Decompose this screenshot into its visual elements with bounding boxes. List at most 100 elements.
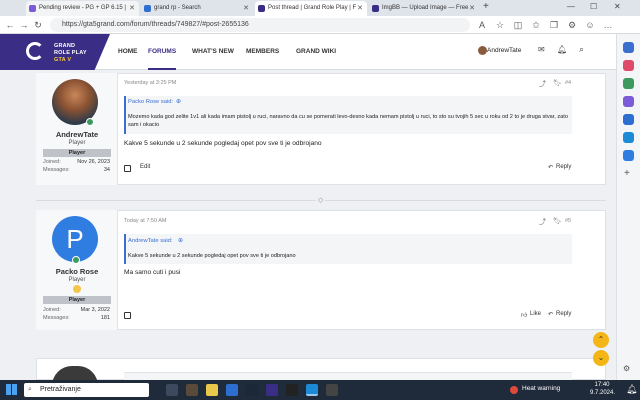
drop-icon[interactable]	[623, 150, 634, 161]
taskbar-search[interactable]: ⌕ Pretraživanje	[24, 383, 149, 397]
edge-icon[interactable]	[306, 384, 318, 396]
reply-link[interactable]: Reply	[556, 164, 571, 170]
tab-label: grand rp - Search	[154, 5, 201, 11]
logo-text: GTA V	[54, 57, 72, 63]
site-favicon-icon	[372, 5, 379, 12]
discord-icon[interactable]	[266, 384, 278, 396]
site-logo[interactable]: GRAND ROLE PLAY GTA V	[0, 34, 110, 70]
post-author[interactable]: Packo Rose	[38, 267, 116, 276]
user-menu[interactable]: AndrewTate	[487, 47, 521, 54]
split-screen-icon[interactable]: ◫	[512, 18, 524, 32]
logo-text: ROLE PLAY	[54, 50, 87, 56]
favorites-icon[interactable]: ✩	[530, 18, 542, 32]
windows-start-icon[interactable]	[6, 384, 17, 395]
tab-post-thread[interactable]: Post thread | Grand Role Play | F ✕	[255, 1, 367, 16]
reply-icon[interactable]: ↶	[548, 311, 553, 318]
post-body: Kakve 5 sekunde u 2 sekunde pogledaj ope…	[124, 140, 322, 147]
quote-arrow-icon[interactable]: ⊕	[176, 98, 181, 105]
search-icon[interactable]: ⌕	[579, 44, 584, 55]
url-field[interactable]: https://gta5grand.com/forum/threads/7498…	[50, 18, 470, 32]
tab-search[interactable]: grand rp - Search ✕	[141, 1, 253, 16]
scroll-down-button[interactable]: ⌄	[593, 350, 609, 366]
app-icon[interactable]	[326, 384, 338, 396]
url-text: https://gta5grand.com/forum/threads/7498…	[62, 21, 249, 28]
read-aloud-icon[interactable]: A	[476, 18, 488, 32]
post-time[interactable]: Yesterday at 3:25 PM	[124, 80, 176, 86]
maximize-icon[interactable]: ☐	[590, 2, 597, 11]
edit-link[interactable]: Edit	[140, 164, 150, 170]
tab-imgbb[interactable]: ImgBB — Upload Image — Free ✕	[369, 1, 479, 16]
search-icon[interactable]	[623, 42, 634, 53]
refresh-icon[interactable]: ↻	[32, 18, 44, 32]
close-icon[interactable]: ✕	[243, 1, 249, 16]
widget-icon[interactable]	[186, 384, 198, 396]
extensions-icon[interactable]: ⚙	[566, 18, 578, 32]
close-icon[interactable]: ✕	[357, 1, 363, 16]
select-post-checkbox[interactable]	[124, 165, 131, 172]
logo-text: GRAND	[54, 43, 76, 49]
media-icon[interactable]	[286, 384, 298, 396]
reply-link[interactable]: Reply	[556, 311, 571, 317]
post-number[interactable]: #4	[565, 80, 571, 86]
nav-grand-wiki[interactable]: GRAND WIKI	[296, 34, 336, 70]
close-icon[interactable]: ✕	[469, 1, 475, 16]
clock[interactable]: 17:40 9.7.2024.	[590, 381, 615, 397]
bookmark-icon[interactable]: 🔖︎	[553, 79, 562, 87]
quote-arrow-icon[interactable]: ⊕	[178, 237, 183, 244]
trophy-icon	[73, 285, 81, 293]
add-icon[interactable]: +	[624, 168, 630, 179]
more-icon[interactable]: …	[602, 18, 614, 32]
reply-icon[interactable]: ↶	[548, 164, 553, 171]
nav-members[interactable]: MEMBERS	[246, 34, 279, 70]
weather-status[interactable]: Heat warning	[522, 385, 560, 392]
address-bar: ← → ↻ https://gta5grand.com/forum/thread…	[0, 16, 640, 34]
like-link[interactable]: Like	[530, 311, 541, 317]
quote-author[interactable]: Packo Rose said:	[128, 99, 173, 105]
notification-icon[interactable]: 🔔︎	[626, 384, 637, 395]
search-favicon-icon	[144, 5, 151, 12]
file-explorer-icon[interactable]	[206, 384, 218, 396]
nav-forums[interactable]: FORUMS	[148, 34, 177, 70]
like-icon[interactable]: 👍︎	[521, 311, 527, 319]
outlook-icon[interactable]	[623, 114, 634, 125]
quote-author[interactable]: AndrewTate said:	[128, 238, 172, 244]
select-post-checkbox[interactable]	[124, 312, 131, 319]
search-icon: ⌕	[28, 386, 32, 393]
bell-icon[interactable]: 🔔︎	[557, 45, 567, 54]
forward-icon[interactable]: →	[18, 18, 30, 32]
share-icon[interactable]: ⤴	[539, 79, 546, 89]
nav-whats-new[interactable]: WHAT'S NEW	[192, 34, 234, 70]
new-tab-icon[interactable]: +	[483, 1, 489, 12]
online-status-icon	[86, 118, 94, 126]
post-author[interactable]: AndrewTate	[38, 130, 116, 139]
task-view-icon[interactable]	[166, 384, 178, 396]
sidebar-settings-icon[interactable]: ⚙	[623, 364, 630, 373]
shopping-icon[interactable]	[623, 60, 634, 71]
games-icon[interactable]	[623, 96, 634, 107]
steam-icon[interactable]	[246, 384, 258, 396]
post-body: Ma samo cuti i pusi	[124, 269, 181, 276]
minimize-icon[interactable]: —	[567, 2, 575, 11]
collections-icon[interactable]: ❐	[548, 18, 560, 32]
back-icon[interactable]: ←	[4, 18, 16, 32]
scroll-up-button[interactable]: ⌃	[593, 332, 609, 348]
editor-toolbar[interactable]	[124, 372, 572, 380]
avatar[interactable]	[478, 46, 487, 55]
close-icon[interactable]: ✕	[129, 1, 135, 16]
teams-icon[interactable]	[226, 384, 238, 396]
inbox-icon[interactable]: ✉	[538, 45, 545, 54]
tab-pending-review[interactable]: Pending review - PG + GP 6.15 | ✕	[26, 1, 139, 16]
window-close-icon[interactable]: ✕	[614, 2, 621, 11]
favorite-icon[interactable]: ☆	[494, 18, 506, 32]
bookmark-icon[interactable]: 🔖︎	[553, 217, 562, 225]
post-number[interactable]: #5	[565, 218, 571, 224]
nav-home[interactable]: HOME	[118, 34, 138, 70]
tools-icon[interactable]	[623, 78, 634, 89]
profile-icon[interactable]: ☺	[584, 18, 596, 32]
share-icon[interactable]: ⤴	[539, 217, 546, 227]
browser-sidebar: + ⚙	[616, 34, 640, 380]
office-icon[interactable]	[623, 132, 634, 143]
post-time[interactable]: Today at 7:50 AM	[124, 218, 167, 224]
joined-label: Joined:	[43, 159, 61, 165]
joined-value: Mar 3, 2022	[80, 307, 110, 313]
